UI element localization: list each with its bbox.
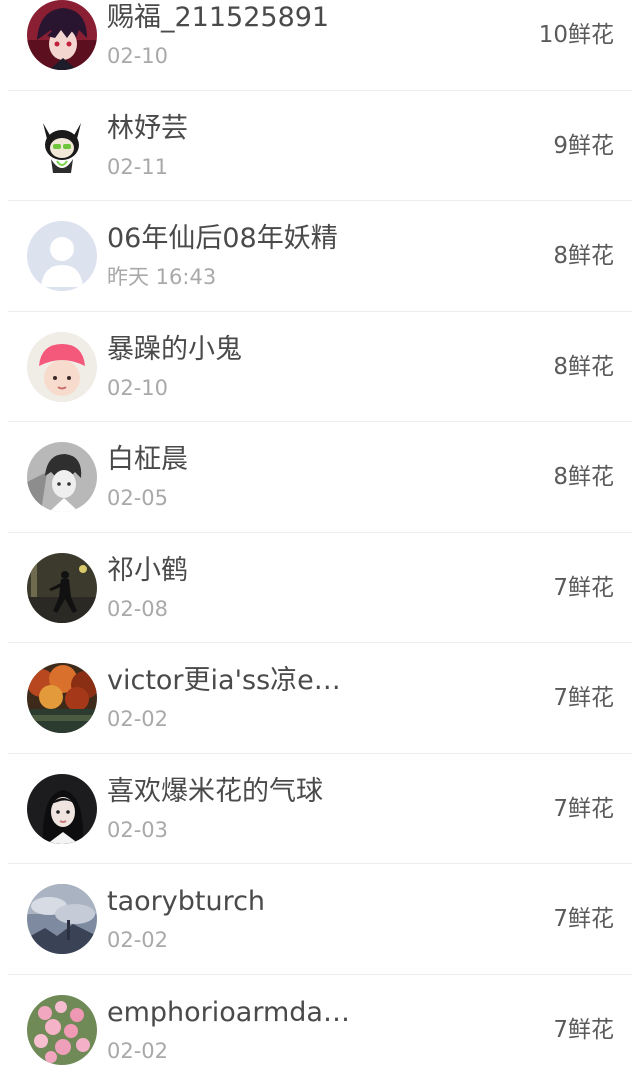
avatar[interactable] [27, 995, 97, 1065]
gift-ranking-list: 赐福_211525891 02-10 10鲜花 林妤芸 02-11 9鲜花 [0, 0, 640, 1085]
baby-pink-hat-icon [27, 332, 97, 402]
list-item[interactable]: 赐福_211525891 02-10 10鲜花 [0, 0, 640, 91]
flower-count: 7鲜花 [553, 683, 614, 713]
user-name[interactable]: 喜欢爆米花的气球 [107, 775, 323, 809]
avatar[interactable] [27, 774, 97, 844]
avatar[interactable] [27, 553, 97, 623]
gift-date: 02-10 [107, 43, 168, 69]
dancer-night-icon [27, 553, 97, 623]
user-name[interactable]: 06年仙后08年妖精 [107, 222, 338, 256]
list-item[interactable]: emphorioarmda… 02-02 7鲜花 [0, 975, 640, 1085]
user-name[interactable]: taorybturch [107, 885, 265, 919]
list-item[interactable]: 白柾晨 02-05 8鲜花 [0, 422, 640, 533]
avatar[interactable] [27, 111, 97, 181]
flower-count: 8鲜花 [553, 462, 614, 492]
gift-date: 02-02 [107, 1038, 168, 1064]
girl-portrait-icon [27, 774, 97, 844]
list-item[interactable]: 喜欢爆米花的气球 02-03 7鲜花 [0, 754, 640, 865]
flower-count: 9鲜花 [553, 131, 614, 161]
gift-date: 02-11 [107, 154, 168, 180]
avatar[interactable] [27, 663, 97, 733]
list-item[interactable]: 林妤芸 02-11 9鲜花 [0, 91, 640, 202]
list-item[interactable]: 暴躁的小鬼 02-10 8鲜花 [0, 312, 640, 423]
gift-date: 02-05 [107, 485, 168, 511]
anime-boy-avatar-icon [27, 0, 97, 70]
anime-boy-sketch-icon [27, 442, 97, 512]
chibi-demon-avatar-icon [27, 111, 97, 181]
user-name[interactable]: 赐福_211525891 [107, 1, 329, 35]
autumn-trees-icon [27, 663, 97, 733]
user-name[interactable]: 白柾晨 [107, 443, 188, 477]
list-item[interactable]: victor更ia'ss凉e… 02-02 7鲜花 [0, 643, 640, 754]
default-person-icon [27, 221, 97, 291]
flower-count: 7鲜花 [553, 573, 614, 603]
flower-count: 8鲜花 [553, 241, 614, 271]
gift-date: 02-03 [107, 817, 168, 843]
user-name[interactable]: victor更ia'ss凉e… [107, 664, 341, 698]
avatar[interactable] [27, 332, 97, 402]
gift-date: 02-02 [107, 927, 168, 953]
cloudy-sky-icon [27, 884, 97, 954]
gift-date: 02-08 [107, 596, 168, 622]
flower-count: 7鲜花 [553, 794, 614, 824]
pink-flowers-icon [27, 995, 97, 1065]
gift-date: 02-10 [107, 375, 168, 401]
avatar[interactable] [27, 884, 97, 954]
flower-count: 8鲜花 [553, 352, 614, 382]
avatar[interactable] [27, 0, 97, 70]
avatar[interactable] [27, 221, 97, 291]
avatar[interactable] [27, 442, 97, 512]
user-name[interactable]: 林妤芸 [107, 112, 188, 146]
list-item[interactable]: taorybturch 02-02 7鲜花 [0, 864, 640, 975]
gift-date: 昨天 16:43 [107, 264, 216, 290]
list-item[interactable]: 06年仙后08年妖精 昨天 16:43 8鲜花 [0, 201, 640, 312]
flower-count: 7鲜花 [553, 1015, 614, 1045]
flower-count: 10鲜花 [539, 20, 614, 50]
user-name[interactable]: emphorioarmda… [107, 996, 350, 1030]
user-name[interactable]: 暴躁的小鬼 [107, 333, 242, 367]
list-item[interactable]: 祁小鹤 02-08 7鲜花 [0, 533, 640, 644]
gift-date: 02-02 [107, 706, 168, 732]
user-name[interactable]: 祁小鹤 [107, 554, 188, 588]
flower-count: 7鲜花 [553, 904, 614, 934]
